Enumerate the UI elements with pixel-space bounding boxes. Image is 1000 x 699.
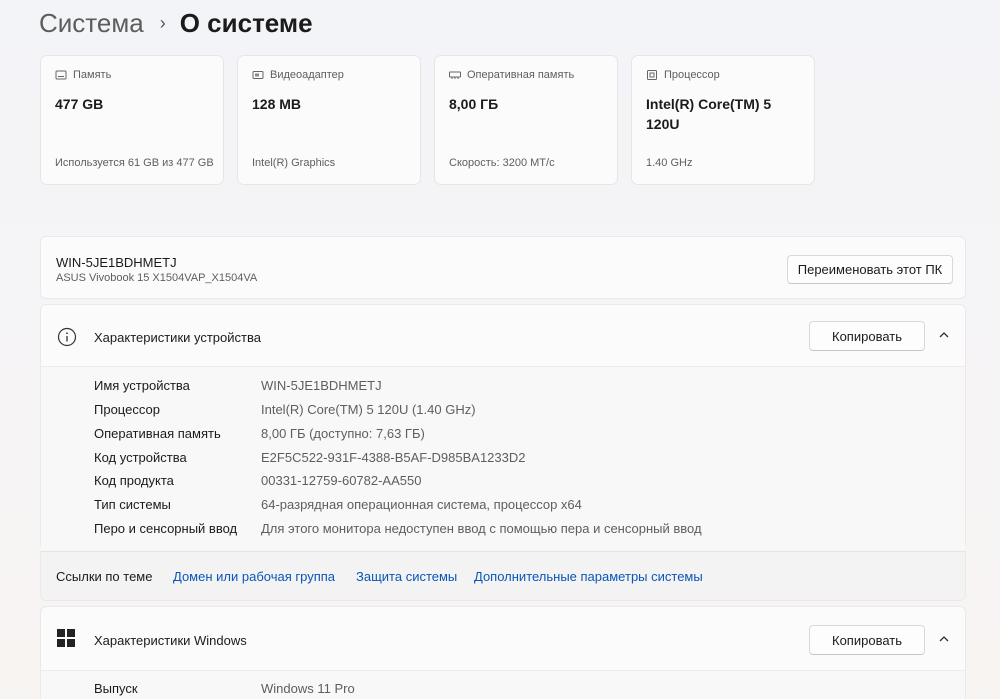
ram-card[interactable]: Оперативная память 8,00 ГБ Скорость: 320… — [434, 55, 618, 185]
spec-key: Код устройства — [94, 450, 187, 465]
spec-row: Код устройства E2F5C522-931F-4388-B5AF-D… — [41, 450, 965, 472]
card-label-row: Видеоадаптер — [252, 69, 344, 81]
domain-workgroup-link[interactable]: Домен или рабочая группа — [173, 569, 335, 584]
spec-row: Оперативная память 8,00 ГБ (доступно: 7,… — [41, 426, 965, 448]
spec-value[interactable]: 00331-12759-60782-AA550 — [261, 473, 421, 488]
breadcrumb: Система › О системе — [39, 6, 313, 40]
spec-value[interactable]: Для этого монитора недоступен ввод с пом… — [261, 521, 702, 536]
spec-key: Имя устройства — [94, 378, 190, 393]
breadcrumb-separator: › — [159, 12, 166, 33]
spec-value[interactable]: E2F5C522-931F-4388-B5AF-D985BA1233D2 — [261, 450, 526, 465]
display-adapter-card-sub: Intel(R) Graphics — [252, 157, 336, 169]
device-specs-header[interactable]: Характеристики устройства Копировать — [41, 305, 965, 367]
spec-value[interactable]: 8,00 ГБ (доступно: 7,63 ГБ) — [261, 426, 425, 441]
chevron-up-icon[interactable] — [938, 329, 950, 341]
ram-card-label: Оперативная память — [467, 69, 575, 81]
advanced-system-settings-link[interactable]: Дополнительные параметры системы — [474, 569, 703, 584]
spec-value[interactable]: WIN-5JE1BDHMETJ — [261, 378, 382, 393]
spec-row: Процессор Intel(R) Core(TM) 5 120U (1.40… — [41, 402, 965, 424]
copy-device-specs-button[interactable]: Копировать — [809, 321, 925, 351]
spec-row: Код продукта 00331-12759-60782-AA550 — [41, 473, 965, 495]
cpu-icon — [647, 70, 657, 80]
spec-row: Выпуск Windows 11 Pro — [41, 681, 965, 699]
spec-row: Перо и сенсорный ввод Для этого монитора… — [41, 521, 965, 543]
display-adapter-card[interactable]: Видеоадаптер 128 MB Intel(R) Graphics — [237, 55, 421, 185]
spec-key: Тип системы — [94, 497, 171, 512]
cpu-card-sub: 1.40 GHz — [646, 157, 693, 169]
storage-card-value: 477 GB — [55, 96, 104, 112]
ram-card-sub: Скорость: 3200 МТ/с — [449, 157, 555, 169]
page-title: О системе — [179, 7, 313, 38]
device-name: WIN-5JE1BDHMETJ — [56, 255, 177, 270]
cpu-card-label: Процессор — [664, 69, 720, 81]
ram-icon — [449, 71, 461, 79]
spec-value[interactable]: Intel(R) Core(TM) 5 120U (1.40 GHz) — [261, 402, 476, 417]
spec-key: Код продукта — [94, 473, 174, 488]
related-links-bar: Ссылки по теме Домен или рабочая группа … — [40, 551, 966, 601]
device-name-panel: WIN-5JE1BDHMETJ ASUS Vivobook 15 X1504VA… — [40, 236, 966, 299]
card-label-row: Оперативная память — [449, 69, 574, 81]
spec-key: Перо и сенсорный ввод — [94, 521, 238, 536]
spec-row: Имя устройства WIN-5JE1BDHMETJ — [41, 378, 965, 400]
info-icon — [57, 327, 77, 347]
system-protection-link[interactable]: Защита системы — [356, 569, 457, 584]
spec-row: Тип системы 64-разрядная операционная си… — [41, 497, 965, 519]
storage-card-sub: Используется 61 GB из 477 GB — [55, 157, 214, 169]
breadcrumb-parent[interactable]: Система — [39, 8, 144, 39]
windows-specs-panel: Характеристики Windows Копировать Выпуск… — [40, 606, 966, 699]
device-specs-panel: Характеристики устройства Копировать Имя… — [40, 304, 966, 550]
rename-pc-button[interactable]: Переименовать этот ПК — [787, 255, 953, 284]
spec-key: Процессор — [94, 402, 160, 417]
storage-card[interactable]: Память 477 GB Используется 61 GB из 477 … — [40, 55, 224, 185]
spec-key: Оперативная память — [94, 426, 221, 441]
display-adapter-card-value: 128 MB — [252, 96, 302, 112]
ram-card-value: 8,00 ГБ — [449, 96, 499, 112]
storage-icon — [55, 70, 67, 80]
windows-specs-title: Характеристики Windows — [94, 633, 247, 648]
windows-specs-list: Выпуск Windows 11 Pro — [41, 670, 965, 699]
device-specs-list: Имя устройства WIN-5JE1BDHMETJ Процессор… — [41, 367, 965, 550]
device-model: ASUS Vivobook 15 X1504VAP_X1504VA — [56, 272, 258, 284]
spec-key: Выпуск — [94, 681, 138, 696]
card-label-row: Процессор — [646, 69, 720, 81]
device-specs-title: Характеристики устройства — [94, 330, 261, 345]
display-adapter-card-label: Видеоадаптер — [270, 69, 344, 81]
copy-windows-specs-button[interactable]: Копировать — [809, 625, 925, 655]
related-links-label: Ссылки по теме — [56, 569, 153, 584]
display-adapter-icon — [252, 71, 264, 79]
cpu-card-value: Intel(R) Core(TM) 5 120U — [646, 96, 772, 132]
spec-value[interactable]: Windows 11 Pro — [261, 681, 355, 696]
windows-logo-icon — [57, 629, 75, 647]
card-label-row: Память — [55, 69, 111, 81]
spec-value[interactable]: 64-разрядная операционная система, проце… — [261, 497, 582, 512]
storage-card-label: Память — [73, 69, 112, 81]
cpu-card[interactable]: Процессор Intel(R) Core(TM) 5 120U 1.40 … — [631, 55, 815, 185]
chevron-up-icon[interactable] — [938, 633, 950, 645]
